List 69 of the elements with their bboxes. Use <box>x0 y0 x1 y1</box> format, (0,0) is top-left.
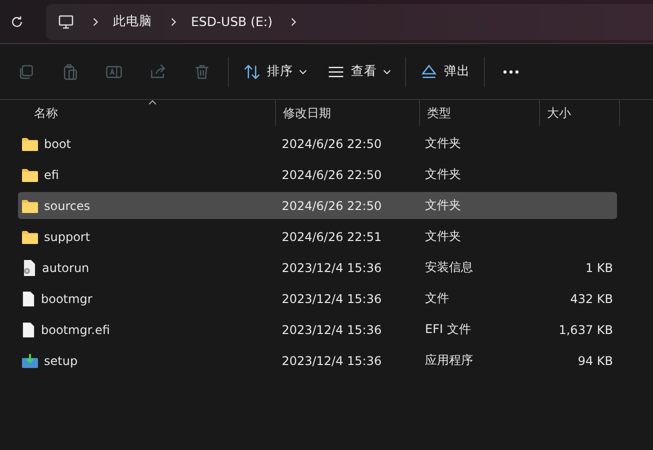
breadcrumb-item[interactable]: ESD-USB (E:) <box>191 14 272 29</box>
file-row[interactable]: sources 2024/6/26 22:50 文件夹 <box>18 192 617 219</box>
chevron-icon[interactable] <box>170 16 177 26</box>
size-cell: 94 KB <box>578 354 614 368</box>
clipboard-icon <box>61 62 79 80</box>
caret-icon <box>299 68 307 74</box>
column-header[interactable]: 大小 <box>540 100 620 126</box>
file-name: efi <box>44 168 59 182</box>
file-row[interactable]: bootmgr.efi 2023/12/4 15:36 EFI 文件 1,637 KB <box>18 316 617 343</box>
eject-icon <box>420 62 438 80</box>
date-cell-text: 2023/12/4 15:36 <box>280 322 383 336</box>
breadcrumb-item[interactable]: 此电脑 <box>113 13 152 30</box>
type-cell-text: 文件夹 <box>424 166 462 183</box>
file-name: bootmgr.efi <box>41 322 110 336</box>
folder-icon <box>22 198 38 212</box>
file-name: bootmgr <box>41 292 92 306</box>
folder-icon <box>22 230 38 244</box>
date-cell-text: 2023/12/4 15:36 <box>280 292 383 306</box>
trash-icon <box>193 62 211 80</box>
file-row[interactable]: boot 2024/6/26 22:50 文件夹 <box>18 130 617 157</box>
chevron-icon[interactable] <box>290 16 298 26</box>
date-cell-text: 2024/6/26 22:51 <box>280 230 383 244</box>
sort-arrows-icon <box>243 62 261 80</box>
file-icon <box>22 322 35 338</box>
size-cell: 1 KB <box>585 260 614 274</box>
file-name: sources <box>44 198 90 212</box>
view-button[interactable]: 查看 <box>317 54 401 90</box>
type-cell-text: 文件夹 <box>424 228 462 245</box>
folder-icon <box>22 168 38 182</box>
type-cell-text: 文件夹 <box>424 135 462 152</box>
file-name: boot <box>44 136 72 150</box>
copy-icon <box>17 62 35 80</box>
file-row[interactable]: support 2024/6/26 22:51 文件夹 <box>18 223 617 250</box>
file-row[interactable]: setup 2023/12/4 15:36 应用程序 94 KB <box>18 347 617 374</box>
address-bar[interactable]: 此电脑 ESD-USB (E:) <box>46 4 653 40</box>
type-cell-text: EFI 文件 <box>424 321 472 338</box>
chevron-icon[interactable] <box>92 16 99 26</box>
settings-file-icon <box>22 260 36 276</box>
folder-icon <box>22 136 38 150</box>
date-cell-text: 2024/6/26 22:50 <box>280 198 383 212</box>
type-cell-text: 安装信息 <box>424 259 474 276</box>
installer-icon <box>22 352 38 368</box>
column-header[interactable]: 名称 <box>0 100 276 126</box>
column-header[interactable]: 修改日期 <box>276 100 420 126</box>
type-cell-text: 文件 <box>424 290 450 307</box>
caret-icon <box>383 68 391 74</box>
eject-button[interactable]: 弹出 <box>410 54 480 90</box>
sort-button[interactable]: 排序 <box>233 54 317 90</box>
file-name: setup <box>44 354 78 368</box>
column-header[interactable]: 类型 <box>420 100 540 126</box>
size-cell: 432 KB <box>570 292 614 306</box>
date-cell-text: 2023/12/4 15:36 <box>280 260 383 274</box>
refresh-icon[interactable] <box>10 14 24 28</box>
type-cell-text: 应用程序 <box>424 352 474 369</box>
file-row[interactable]: bootmgr 2023/12/4 15:36 文件 432 KB <box>18 285 617 312</box>
share-icon <box>149 62 167 80</box>
more-icon <box>503 70 519 74</box>
computer-icon <box>58 14 74 30</box>
date-cell-text: 2023/12/4 15:36 <box>280 354 383 368</box>
file-icon <box>22 290 35 306</box>
file-row[interactable]: efi 2024/6/26 22:50 文件夹 <box>18 161 617 188</box>
date-cell-text: 2024/6/26 22:50 <box>280 136 383 150</box>
date-cell-text: 2024/6/26 22:50 <box>280 168 383 182</box>
size-cell: 1,637 KB <box>558 322 614 336</box>
file-name: support <box>44 230 90 244</box>
file-row[interactable]: autorun 2023/12/4 15:36 安装信息 1 KB <box>18 254 617 281</box>
file-name: autorun <box>42 260 90 274</box>
type-cell-text: 文件夹 <box>424 197 462 214</box>
rename-icon <box>105 62 123 80</box>
